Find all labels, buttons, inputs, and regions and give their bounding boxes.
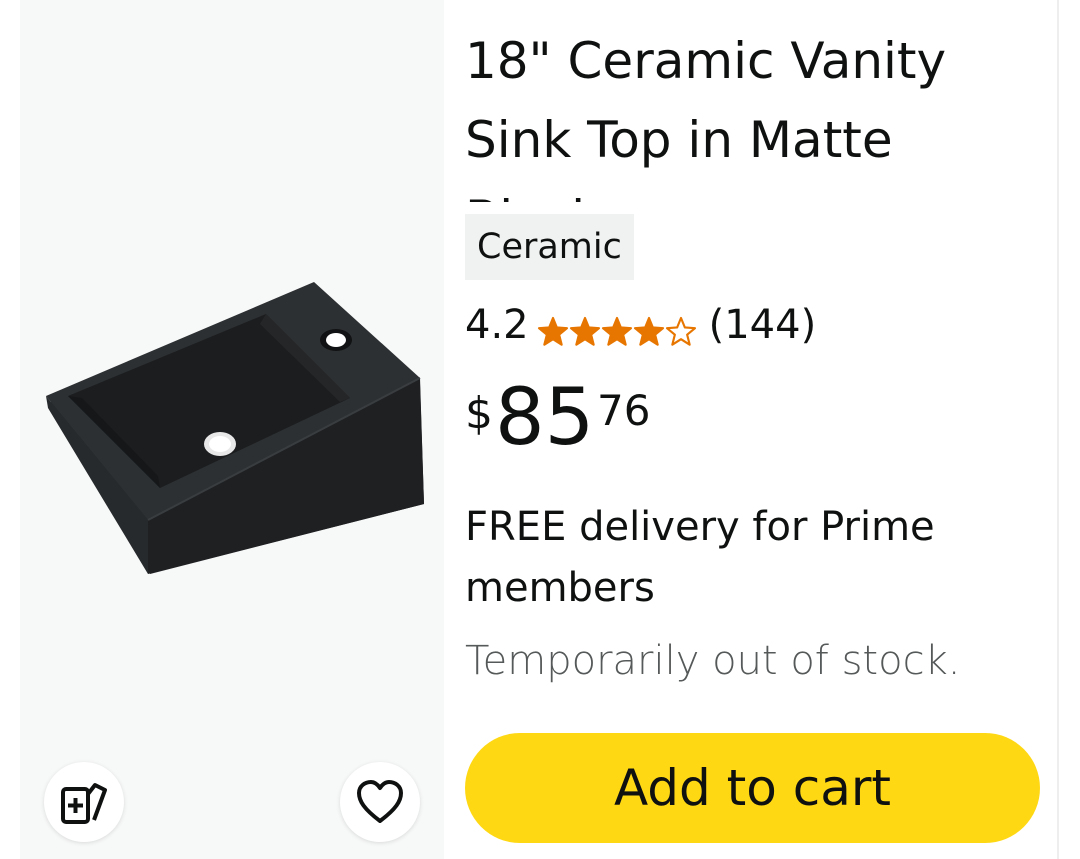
review-count[interactable]: (144) <box>709 302 817 348</box>
rating-row[interactable]: 4.2 (144) <box>465 296 816 354</box>
product-card: 18" Ceramic Vanity Sink Top in Matte Bla… <box>0 0 1080 859</box>
heart-icon <box>357 780 403 823</box>
price-whole: 85 <box>495 373 595 463</box>
material-badge: Ceramic <box>465 214 634 280</box>
product-details: 18" Ceramic Vanity Sink Top in Matte Bla… <box>465 0 1055 859</box>
star-icon <box>537 316 568 346</box>
product-image-panel[interactable] <box>20 0 444 859</box>
star-icon <box>665 316 696 346</box>
star-icon <box>569 316 600 346</box>
product-image[interactable] <box>44 278 424 584</box>
delivery-info: FREE delivery for Prime members <box>465 504 935 611</box>
stock-status: Temporarily out of stock. <box>465 638 961 684</box>
wishlist-button[interactable] <box>340 762 420 842</box>
price-fraction: 76 <box>597 386 651 435</box>
compare-icon <box>61 783 107 824</box>
star-icon <box>601 316 632 346</box>
star-icon <box>633 316 664 346</box>
price-symbol: $ <box>465 388 493 439</box>
product-title[interactable]: 18" Ceramic Vanity Sink Top in Matte Bla… <box>465 22 1035 202</box>
card-edge-divider <box>1057 0 1059 859</box>
product-title-container[interactable]: 18" Ceramic Vanity Sink Top in Matte Bla… <box>465 22 1035 202</box>
rating-value: 4.2 <box>465 302 529 348</box>
add-to-cart-button[interactable]: Add to cart <box>465 733 1040 843</box>
star-rating <box>537 316 697 348</box>
compare-button[interactable] <box>44 762 124 842</box>
